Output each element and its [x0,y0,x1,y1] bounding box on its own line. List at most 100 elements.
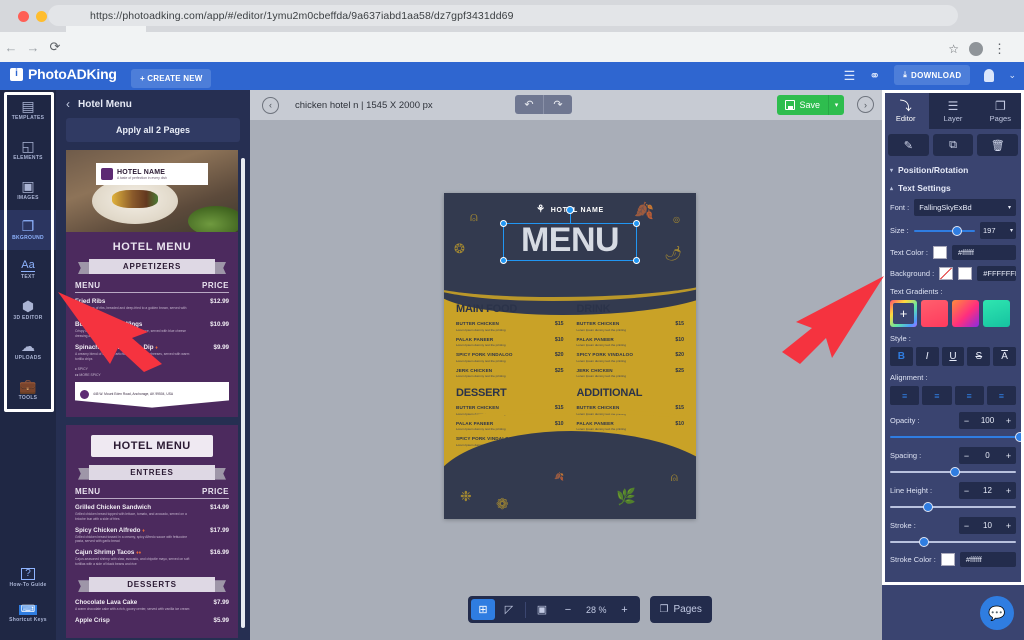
sidebar-item-shortcut-keys[interactable]: ⌨ Shortcut Keys [0,596,56,632]
align-left-button[interactable]: ≡ [890,386,919,405]
bold-button[interactable]: B [890,347,913,366]
sidebar-item-uploads[interactable]: ☁ UPLOADS [0,330,56,370]
background-color-swatch[interactable] [958,267,972,280]
plus-icon[interactable]: + [1001,486,1016,496]
accordion-text-settings[interactable]: ▴ Text Settings [882,179,1024,197]
template-thumbnail-2[interactable]: HOTEL MENU ENTREES MENU PRICE Grilled Ch… [66,425,238,639]
browser-menu-icon[interactable]: ⋮ [993,41,1006,57]
chevron-down-icon[interactable]: ⌄ [1008,70,1016,81]
overline-button[interactable]: A [993,347,1016,366]
present-button[interactable]: ▣ [530,599,554,620]
sidebar-item-tools[interactable]: 💼 TOOLS [0,370,56,410]
stroke-stepper[interactable]: − 10 + [959,517,1016,534]
align-right-button[interactable]: ≡ [955,386,984,405]
save-button[interactable]: Save [777,95,828,115]
minus-icon[interactable]: − [959,451,974,461]
italic-button[interactable]: I [916,347,939,366]
minus-icon[interactable]: − [959,416,974,426]
collapse-right-panel-button[interactable]: › [857,96,874,113]
sidebar-item-templates[interactable]: ▤ TEMPLATES [0,90,56,130]
size-value-box[interactable]: 197 ▾ [980,222,1016,239]
slider-knob[interactable] [952,226,962,236]
sidebar-item-elements[interactable]: ◱ ELEMENTS [0,130,56,170]
pages-button[interactable]: ❐ Pages [650,596,712,623]
minimize-window-button[interactable] [36,11,47,22]
plus-icon[interactable]: + [1001,521,1016,531]
gradient-swatch-teal[interactable] [983,300,1010,327]
resize-handle-bottom-right[interactable] [633,257,640,264]
trash-icon[interactable]: 🗑 [977,134,1018,156]
back-icon[interactable]: ← [0,40,22,55]
align-center-button[interactable]: ≡ [922,386,951,405]
add-gradient-button[interactable]: + [890,300,917,327]
font-select[interactable]: FallingSkyExBd ▾ [914,199,1016,216]
no-background-swatch[interactable] [939,267,953,280]
plus-icon[interactable]: + [1001,451,1016,461]
minus-icon[interactable]: − [959,486,974,496]
tab-pages[interactable]: ❐ Pages [977,93,1024,129]
tab-editor[interactable]: ⤵ Editor [882,93,929,129]
slider-knob[interactable] [923,502,933,512]
template-thumbnail-1[interactable]: HOTEL NAME A taste of perfection in ever… [66,150,238,417]
template-list[interactable]: HOTEL NAME A taste of perfection in ever… [56,150,250,638]
rotation-handle[interactable] [566,206,574,214]
underline-button[interactable]: U [942,347,965,366]
spacing-slider[interactable] [890,471,1016,473]
selection-box[interactable] [503,223,637,261]
align-justify-button[interactable]: ≡ [987,386,1016,405]
stroke-color-hex[interactable]: #ffffff [960,552,1016,567]
share-icon[interactable]: ⚭ [869,69,880,82]
sidebar-item-how-to-guide[interactable]: ? How-To Guide [0,560,56,596]
back-icon[interactable]: ‹ [66,97,70,111]
grid-view-button[interactable]: ⊞ [471,599,495,620]
create-new-button[interactable]: + CREATE NEW [131,69,211,88]
gradient-swatch-red[interactable] [921,300,948,327]
eraser-button[interactable]: ◸ [497,599,521,620]
bookmark-star-icon[interactable]: ☆ [948,42,959,56]
spacing-stepper[interactable]: − 0 + [959,447,1016,464]
sidebar-item-text[interactable]: Aa TEXT [0,250,56,290]
slider-knob[interactable] [950,467,960,477]
profile-avatar[interactable] [969,42,983,56]
duplicate-icon[interactable]: ⧉ [933,134,974,156]
resize-handle-top-right[interactable] [633,220,640,227]
section-heading[interactable]: DRINK [577,303,685,315]
gradient-swatch-orange-purple[interactable] [952,300,979,327]
panel-scrollbar[interactable] [241,158,245,628]
accordion-position-rotation[interactable]: ▾ Position/Rotation [882,161,1024,179]
text-color-swatch[interactable] [933,246,947,259]
sidebar-item-images[interactable]: ▣ IMAGES [0,170,56,210]
design-artboard[interactable]: ⍝ ❂ 🍂 ◎ 🌶 ⚘ HOTEL NAME MENU MAIN FOOD BU… [444,193,696,519]
line-height-stepper[interactable]: − 12 + [959,482,1016,499]
user-avatar-icon[interactable] [984,69,994,82]
save-options-caret[interactable]: ▾ [828,95,844,115]
tab-layer[interactable]: ☰ Layer [929,93,976,129]
plus-icon[interactable]: + [1001,416,1016,426]
text-color-hex[interactable]: #ffffff [952,245,1016,260]
chat-support-button[interactable]: 💬 [980,596,1014,630]
brand-logo[interactable]: i PhotoADKing [10,66,117,82]
download-button[interactable]: ⤓ DOWNLOAD [894,65,970,85]
stroke-slider[interactable] [890,541,1016,543]
sidebar-item-3d-editor[interactable]: ⬢ 3D EDITOR [0,290,56,330]
strikethrough-button[interactable]: S [967,347,990,366]
opacity-slider[interactable] [890,436,1016,438]
section-heading[interactable]: MAIN FOOD [456,303,564,315]
brush-icon[interactable]: ✎ [888,134,929,156]
zoom-out-button[interactable]: − [556,599,580,620]
minus-icon[interactable]: − [959,521,974,531]
reload-icon[interactable]: ⟳ [44,39,66,55]
address-bar[interactable]: https://photoadking.com/app/#/editor/1ym… [48,5,958,26]
zoom-in-button[interactable]: + [613,599,637,620]
redo-button[interactable]: ↷ [544,95,572,114]
sidebar-item-bkground[interactable]: ❐ BKGROUND [0,210,56,250]
section-heading-2[interactable]: ADDITIONAL [577,387,685,399]
undo-button[interactable]: ↶ [515,95,543,114]
stroke-color-swatch[interactable] [941,553,955,566]
comment-icon[interactable]: ☰ [844,69,856,82]
close-window-button[interactable] [18,11,29,22]
slider-knob[interactable] [919,537,929,547]
size-slider[interactable] [914,230,975,232]
opacity-stepper[interactable]: − 100 + [959,412,1016,429]
resize-handle-bottom-left[interactable] [500,257,507,264]
